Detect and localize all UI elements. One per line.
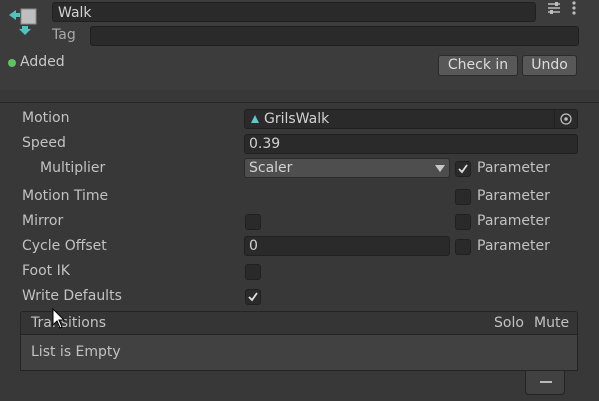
motion-time-parameter-label: Parameter — [477, 188, 550, 204]
transitions-list-header: Transitions Solo Mute — [20, 311, 578, 335]
undo-button[interactable]: Undo — [522, 55, 577, 76]
foot-ik-label: Foot IK — [22, 263, 70, 279]
motion-time-parameter-checkbox[interactable] — [455, 189, 471, 205]
transitions-list: List is Empty — [20, 335, 578, 371]
list-empty-text: List is Empty — [31, 344, 121, 360]
checkmark-icon — [248, 292, 258, 302]
animation-clip-icon — [251, 115, 259, 123]
speed-label: Speed — [22, 135, 66, 151]
state-name-input[interactable]: Walk — [52, 2, 536, 22]
kebab-menu-icon[interactable] — [568, 0, 580, 16]
target-icon — [560, 113, 572, 125]
mirror-parameter-label: Parameter — [477, 213, 550, 229]
solo-column-header: Solo — [494, 315, 524, 331]
multiplier-parameter-label: Parameter — [477, 160, 550, 176]
minus-icon — [540, 381, 552, 383]
motion-time-label: Motion Time — [22, 188, 109, 204]
inspector-header: Walk Tag Added Check in Undo — [0, 0, 599, 90]
mouse-cursor-icon — [52, 308, 66, 329]
added-dot-icon — [8, 59, 16, 67]
added-status: Added — [20, 54, 65, 70]
write-defaults-label: Write Defaults — [22, 288, 122, 304]
object-picker-button[interactable] — [554, 110, 577, 128]
multiplier-value: Scaler — [249, 160, 293, 176]
check-in-button[interactable]: Check in — [438, 55, 518, 76]
multiplier-label: Multiplier — [40, 160, 106, 176]
checkmark-icon — [458, 164, 468, 174]
speed-input[interactable]: 0.39 — [244, 134, 578, 154]
transitions-title: Transitions — [31, 315, 106, 331]
presets-icon[interactable] — [546, 0, 562, 16]
multiplier-select[interactable]: Scaler — [244, 158, 450, 178]
chevron-down-icon — [435, 165, 445, 172]
cycle-offset-label: Cycle Offset — [22, 238, 107, 254]
header-divider — [0, 102, 599, 103]
animator-state-icon — [9, 8, 37, 35]
motion-label: Motion — [22, 110, 70, 126]
foot-ik-checkbox[interactable] — [245, 264, 261, 280]
cycle-offset-parameter-label: Parameter — [477, 238, 550, 254]
motion-value: GrilsWalk — [264, 111, 330, 127]
animator-state-inspector: Walk Tag Added Check in Undo Motion Gril… — [0, 0, 599, 401]
multiplier-parameter-checkbox[interactable] — [455, 161, 471, 177]
mirror-checkbox[interactable] — [245, 214, 261, 230]
motion-field[interactable]: GrilsWalk — [244, 109, 578, 129]
write-defaults-checkbox[interactable] — [245, 289, 261, 305]
mirror-label: Mirror — [22, 213, 64, 229]
tag-input[interactable] — [90, 26, 579, 46]
mirror-parameter-checkbox[interactable] — [455, 214, 471, 230]
remove-transition-button[interactable] — [525, 371, 565, 395]
cycle-offset-input[interactable]: 0 — [244, 236, 450, 256]
cycle-offset-parameter-checkbox[interactable] — [455, 239, 471, 255]
mute-column-header: Mute — [534, 315, 570, 331]
tag-label: Tag — [52, 27, 76, 43]
